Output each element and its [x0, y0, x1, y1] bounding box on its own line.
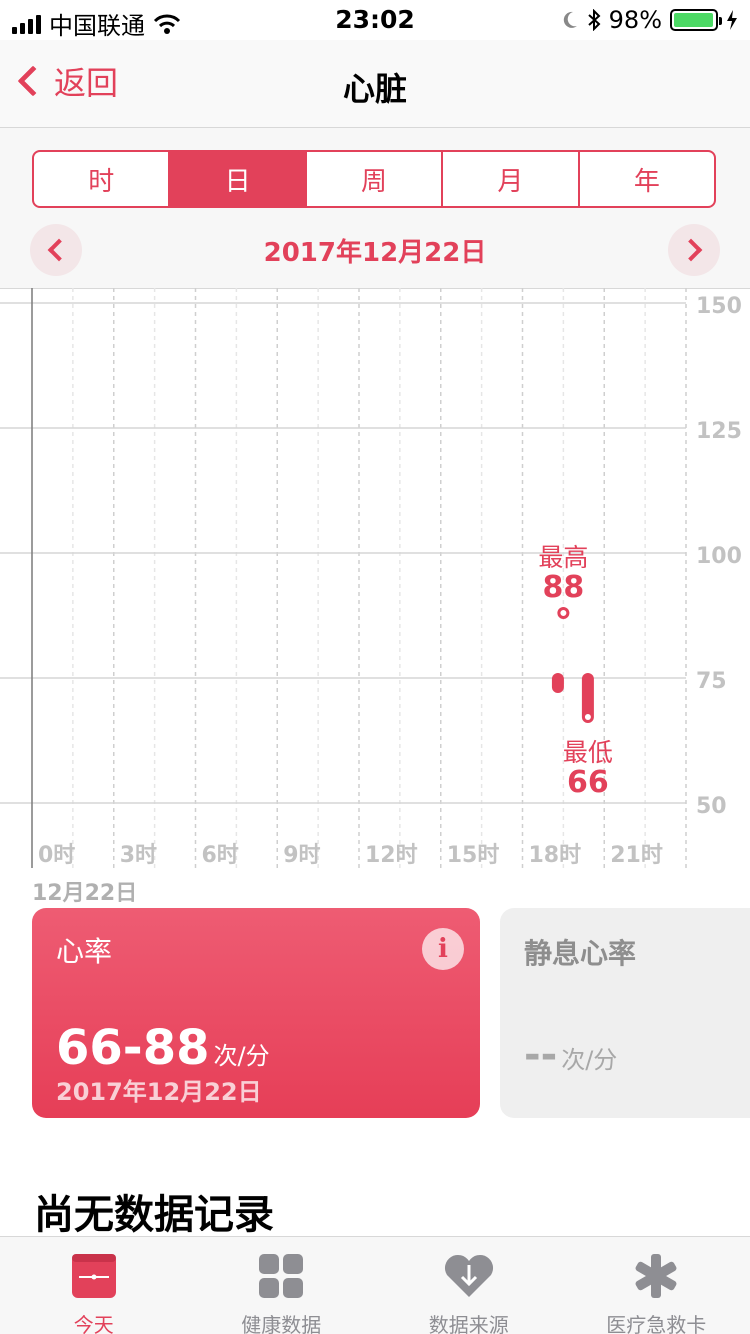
tab-health-data-label: 健康数据: [241, 1313, 322, 1334]
next-date-button[interactable]: [668, 224, 720, 276]
heart-rate-value-row: 66-88 次/分: [56, 1020, 270, 1076]
battery-icon: [670, 9, 722, 31]
heart-rate-unit: 次/分: [213, 1042, 270, 1070]
heart-rate-card-title: 心率: [56, 935, 113, 968]
health-data-icon: [259, 1254, 304, 1298]
min-point-mark: [584, 714, 591, 720]
no-data-heading: 尚无数据记录: [34, 1192, 274, 1238]
tab-bar: 今天 健康数据 数据来源 医疗急救卡: [0, 1236, 750, 1334]
segment-week[interactable]: 周: [307, 152, 444, 206]
chevron-right-icon: [679, 238, 703, 262]
heart-rate-card-date: 2017年12月22日: [56, 1078, 262, 1106]
resting-card-title: 静息心率: [524, 937, 637, 970]
tab-today[interactable]: 今天: [0, 1237, 188, 1334]
y-tick-label: 100: [696, 544, 742, 569]
segment-month[interactable]: 月: [443, 152, 580, 206]
y-tick-label: 150: [696, 294, 742, 319]
tab-health-data[interactable]: 健康数据: [188, 1237, 376, 1334]
x-tick-label: 18时: [529, 843, 582, 868]
x-tick-label: 3时: [120, 843, 157, 868]
heart-rate-chart: 1501251007550250时3时6时9时12时15时18时21时最高88最…: [0, 288, 750, 908]
tab-medical-id[interactable]: 医疗急救卡: [563, 1237, 750, 1334]
tab-medical-id-label: 医疗急救卡: [606, 1313, 707, 1334]
page-title: 心脏: [342, 70, 407, 108]
min-value-label: 66: [567, 765, 609, 800]
range-bar-mark: [551, 673, 564, 693]
x-tick-label: 12时: [365, 843, 418, 868]
x-tick-label: 6时: [202, 843, 239, 868]
tab-sources-label: 数据来源: [428, 1313, 509, 1334]
status-right: 98%: [561, 6, 738, 34]
segment-hour[interactable]: 时: [34, 152, 171, 206]
resting-value-row: -- 次/分: [524, 1032, 617, 1078]
y-tick-label: 50: [696, 794, 727, 819]
x-tick-label: 21时: [610, 843, 663, 868]
resting-unit: 次/分: [561, 1046, 618, 1074]
current-date-label: 2017年12月22日: [263, 238, 487, 268]
moon-icon: [563, 11, 577, 28]
charging-icon: [727, 10, 737, 30]
date-navigator: 2017年12月22日: [0, 220, 750, 280]
status-bar: 中国联通 23:02 98%: [0, 0, 750, 40]
x-tick-label: 9时: [283, 843, 320, 868]
chart-date-sublabel: 12月22日: [32, 881, 138, 906]
battery-percent: 98%: [608, 6, 662, 34]
navigation-bar: 返回 心脏: [0, 40, 750, 128]
min-label: 最低: [563, 738, 613, 767]
y-tick-label: 125: [696, 419, 742, 444]
max-point-mark: [557, 607, 570, 619]
medical-id-icon: [635, 1254, 677, 1298]
info-icon[interactable]: i: [422, 928, 464, 970]
max-value-label: 88: [543, 570, 585, 605]
today-icon: [71, 1254, 116, 1298]
resting-value: --: [524, 1032, 558, 1078]
heart-rate-value: 66-88: [56, 1020, 210, 1076]
time-range-segmented-control: 时 日 周 月 年: [32, 150, 716, 208]
battery-fill: [674, 13, 714, 27]
sources-icon: [444, 1254, 493, 1297]
resting-heart-rate-card[interactable]: 静息心率 -- 次/分: [500, 908, 750, 1118]
tab-today-label: 今天: [73, 1313, 114, 1334]
chart-svg: 1501251007550250时3时6时9时12时15时18时21时最高88最…: [0, 288, 750, 868]
x-tick-label: 15时: [447, 843, 500, 868]
heart-rate-card[interactable]: 心率 i 66-88 次/分 2017年12月22日: [32, 908, 480, 1118]
y-tick-label: 75: [696, 669, 727, 694]
bluetooth-icon: [587, 9, 601, 31]
tab-sources[interactable]: 数据来源: [375, 1237, 563, 1334]
segment-day[interactable]: 日: [170, 152, 307, 206]
x-tick-label: 0时: [38, 843, 75, 868]
max-label: 最高: [538, 543, 588, 572]
segment-year[interactable]: 年: [580, 152, 714, 206]
